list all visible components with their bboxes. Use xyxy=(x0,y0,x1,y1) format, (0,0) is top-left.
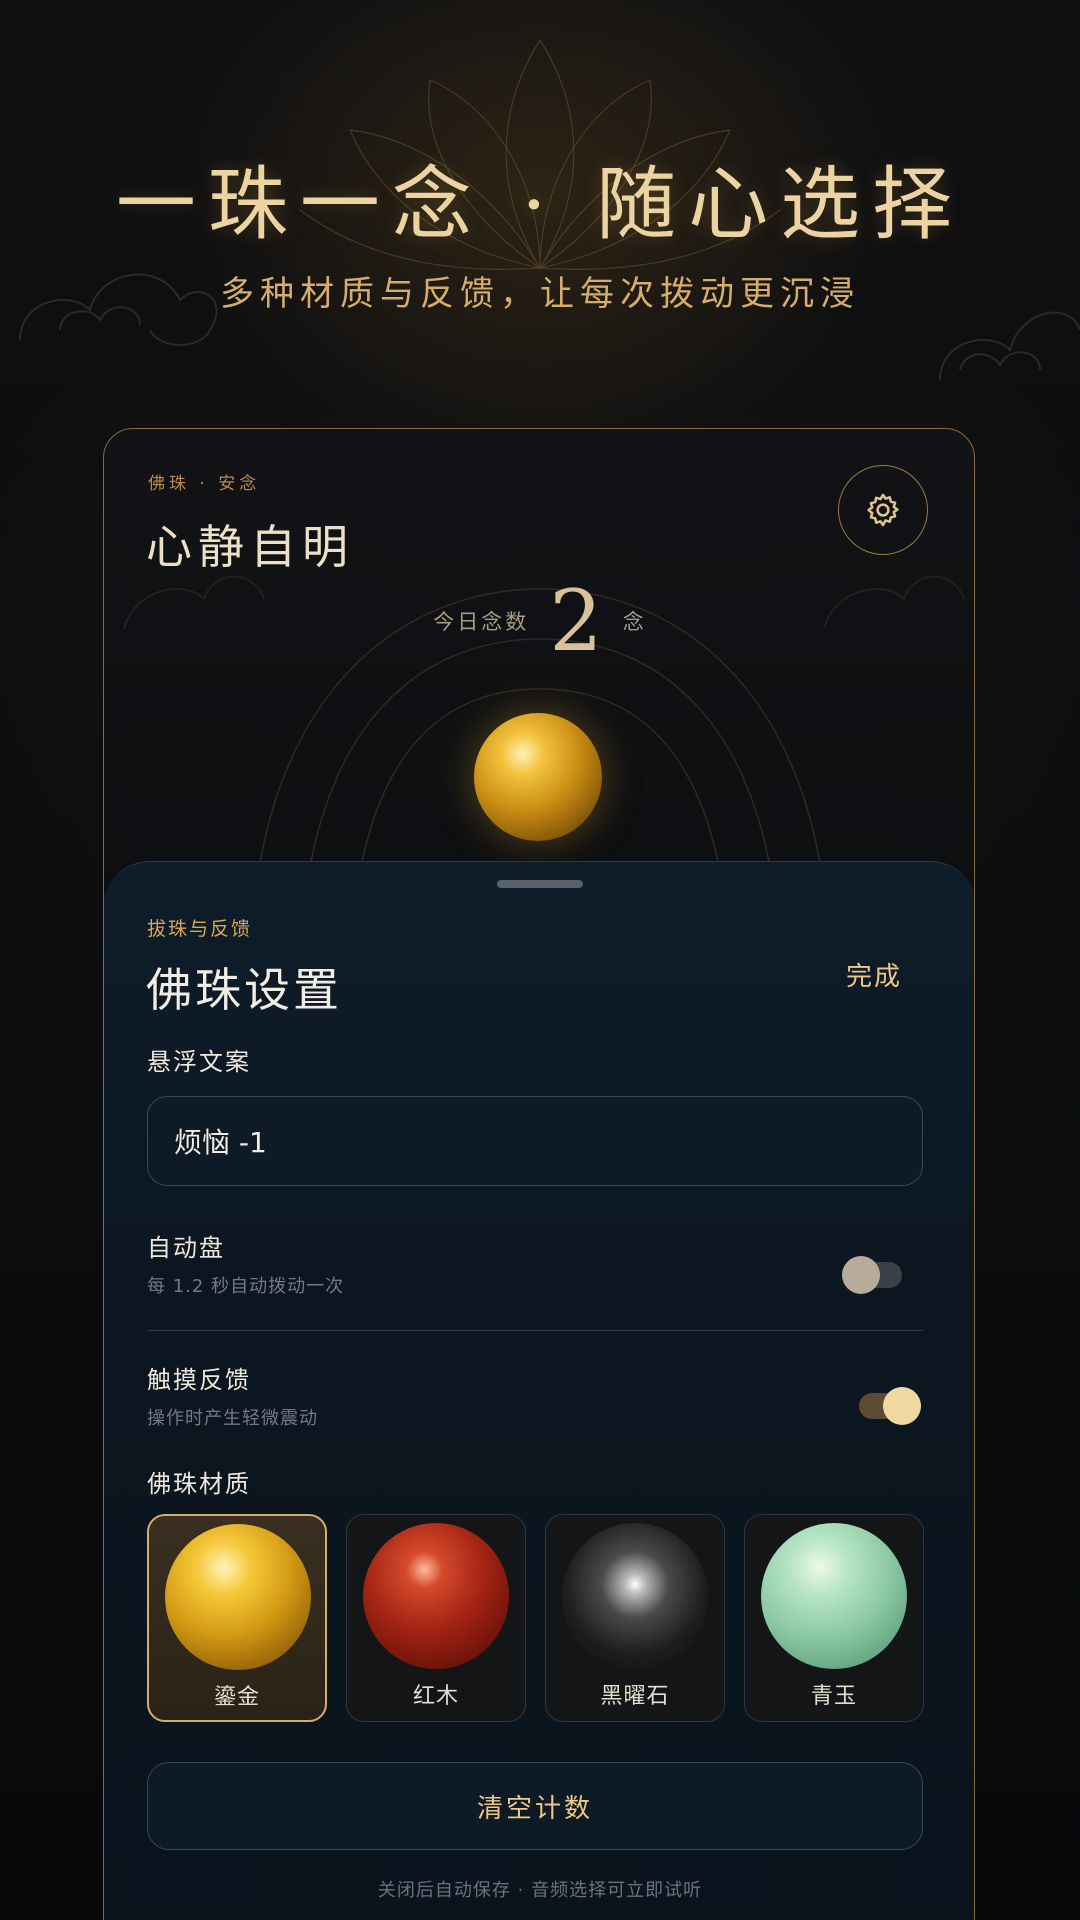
hero-title: 一珠一念 · 随心选择 xyxy=(115,158,965,251)
material-jade[interactable]: 青玉 xyxy=(744,1514,924,1722)
count-label: 今日念数 xyxy=(433,610,530,634)
auto-title: 自动盘 xyxy=(147,1234,225,1262)
material-obsidian[interactable]: 黑曜石 xyxy=(545,1514,725,1722)
haptic-subtitle: 操作时产生轻微震动 xyxy=(147,1408,318,1429)
hero-subtitle: 多种材质与反馈，让每次拨动更沉浸 xyxy=(220,274,860,314)
count-unit: 念 xyxy=(622,610,647,634)
haptic-toggle-knob xyxy=(883,1387,921,1425)
bead-card: 佛珠 · 安念 心静自明 今日念数 2 念 拔珠与反馈 佛珠设置 完成 悬浮文案… xyxy=(103,428,975,1920)
done-button[interactable]: 完成 xyxy=(846,956,902,993)
haptic-title: 触摸反馈 xyxy=(147,1366,251,1394)
floating-text-label: 悬浮文案 xyxy=(147,1048,251,1076)
haptic-toggle[interactable] xyxy=(859,1387,921,1425)
rosewood-bead-icon xyxy=(363,1523,509,1669)
footer-note: 关闭后自动保存 · 音频选择可立即试听 xyxy=(377,1880,703,1901)
main-bead[interactable] xyxy=(474,713,602,841)
material-gold[interactable]: 鎏金 xyxy=(147,1514,327,1722)
settings-button[interactable] xyxy=(838,465,928,555)
daily-count: 今日念数 2 念 xyxy=(104,572,974,670)
sheet-title: 佛珠设置 xyxy=(146,963,342,1017)
card-title: 心静自明 xyxy=(146,520,354,574)
sheet-kicker: 拔珠与反馈 xyxy=(147,918,253,940)
material-label: 佛珠材质 xyxy=(147,1470,251,1498)
gold-bead-icon xyxy=(165,1524,311,1670)
sheet-drag-handle[interactable] xyxy=(497,880,583,888)
material-label-obsidian: 黑曜石 xyxy=(600,1684,670,1709)
material-label-rosewood: 红木 xyxy=(412,1684,459,1709)
material-rosewood[interactable]: 红木 xyxy=(346,1514,526,1722)
count-value: 2 xyxy=(549,572,603,670)
auto-toggle-knob xyxy=(842,1256,880,1294)
material-options: 鎏金 红木 黑曜石 青玉 xyxy=(147,1514,924,1724)
clear-count-button[interactable]: 清空计数 xyxy=(147,1762,923,1850)
divider xyxy=(147,1330,923,1331)
settings-sheet: 拔珠与反馈 佛珠设置 完成 悬浮文案 烦恼 -1 自动盘 每 1.2 秒自动拨动… xyxy=(104,861,974,1920)
jade-bead-icon xyxy=(761,1523,907,1669)
material-label-jade: 青玉 xyxy=(810,1684,857,1709)
auto-toggle[interactable] xyxy=(842,1256,902,1294)
card-kicker: 佛珠 · 安念 xyxy=(148,474,261,494)
material-label-gold: 鎏金 xyxy=(213,1685,260,1710)
gear-icon xyxy=(867,493,899,527)
obsidian-bead-icon xyxy=(562,1523,708,1669)
auto-subtitle: 每 1.2 秒自动拨动一次 xyxy=(147,1276,345,1297)
floating-text-input[interactable]: 烦恼 -1 xyxy=(147,1096,923,1186)
